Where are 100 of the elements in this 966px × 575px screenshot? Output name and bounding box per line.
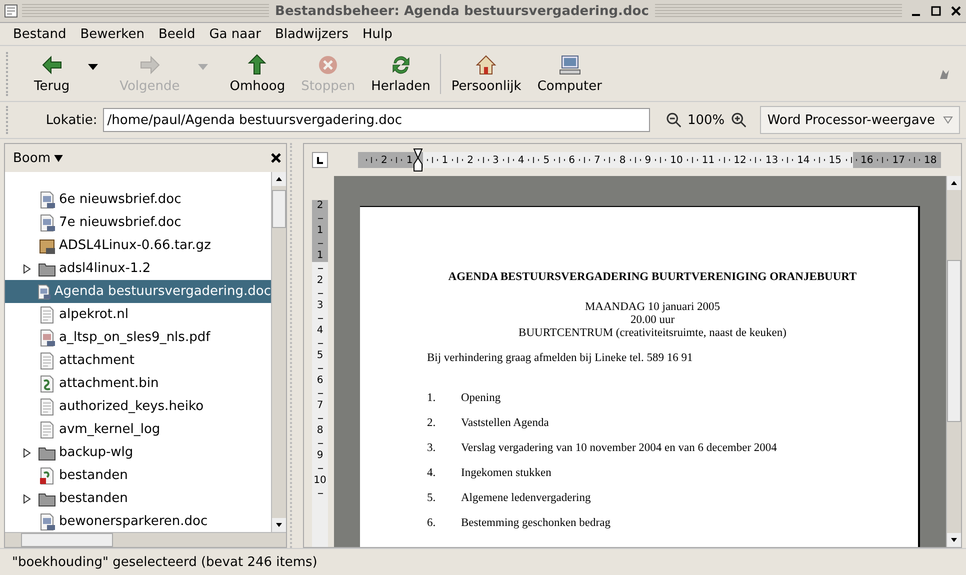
ruler-number: 2 bbox=[467, 154, 474, 166]
horizontal-scrollbar[interactable] bbox=[5, 532, 286, 547]
scroll-down-icon[interactable] bbox=[947, 533, 961, 547]
tree-item[interactable]: a_ltsp_on_sles9_nls.pdf bbox=[5, 326, 271, 349]
document-subtitle: BUURTCENTRUM (creativiteitsruimte, naast de keuken) bbox=[518, 327, 788, 340]
home-icon bbox=[474, 53, 498, 77]
toolbar-button[interactable]: Persoonlijk bbox=[443, 51, 530, 96]
scroll-up-icon[interactable] bbox=[272, 172, 286, 186]
item-number: 2. bbox=[427, 417, 437, 429]
caret-icon[interactable] bbox=[88, 64, 98, 70]
ruler-number: 12 bbox=[734, 154, 746, 166]
toolbar-button[interactable]: Omhoog bbox=[222, 51, 294, 96]
close-icon[interactable] bbox=[270, 152, 282, 164]
tab-stop-icon bbox=[315, 155, 325, 165]
tree-item[interactable]: bestanden bbox=[5, 464, 271, 487]
tree-item[interactable]: alpekrot.nl bbox=[5, 303, 271, 326]
menu-item[interactable]: Bewerken bbox=[73, 26, 152, 42]
expander-icon[interactable] bbox=[23, 448, 31, 458]
caret-icon bbox=[54, 154, 62, 162]
scrollbar-thumb[interactable] bbox=[947, 260, 961, 422]
tree-item[interactable]: adsl4linux-1.2 bbox=[5, 257, 271, 280]
ruler-number: 1 bbox=[406, 154, 413, 166]
sidebar-selector[interactable]: Boom bbox=[9, 150, 66, 166]
vertical-scrollbar[interactable] bbox=[946, 176, 961, 547]
ruler-number: 9 bbox=[644, 154, 652, 166]
ruler-number: 8 bbox=[619, 154, 626, 166]
tree-item[interactable]: authorized_keys.heiko bbox=[5, 395, 271, 418]
item-number: 4. bbox=[427, 467, 437, 479]
tree-item[interactable]: Agenda bestuursvergadering.doc bbox=[5, 280, 271, 303]
document-notice: Bij verhindering graag afmelden bij Lineke tel. 589 16 91 bbox=[427, 352, 694, 364]
computer-icon bbox=[558, 53, 582, 77]
zoom-in-icon[interactable] bbox=[730, 112, 746, 128]
toolbar-button[interactable]: Herladen bbox=[363, 51, 438, 96]
ruler-number: 11 bbox=[702, 154, 715, 166]
window-icon bbox=[4, 4, 18, 18]
menu-item[interactable]: Hulp bbox=[355, 26, 400, 42]
maximize-icon[interactable] bbox=[930, 5, 942, 17]
agenda-item: Vaststellen Agenda bbox=[461, 417, 549, 429]
expander-icon[interactable] bbox=[23, 494, 31, 504]
forward-icon bbox=[138, 53, 162, 77]
menu-item[interactable]: Bestand bbox=[6, 26, 74, 42]
window-title: Bestandsbeheer: Agenda bestuursvergadering.doc bbox=[269, 4, 655, 18]
menu-item[interactable]: Ga naar bbox=[202, 26, 268, 42]
tree-item[interactable]: 6e nieuwsbrief.doc bbox=[5, 188, 271, 211]
toolbar-button[interactable]: Terug bbox=[26, 51, 78, 96]
ruler-number: 1 bbox=[316, 250, 324, 262]
ruler-number: 17 bbox=[892, 154, 905, 166]
vertical-scrollbar[interactable] bbox=[271, 172, 286, 532]
ruler-number: 14 bbox=[797, 154, 810, 166]
file-icon bbox=[38, 306, 56, 324]
scrollbar-thumb[interactable] bbox=[21, 533, 113, 547]
tree-item[interactable]: 7e nieuwsbrief.doc bbox=[5, 211, 271, 234]
tree-item[interactable]: bewonersparkeren.doc bbox=[5, 510, 271, 532]
menu-item[interactable]: Beeld bbox=[151, 26, 202, 42]
ruler-number: 10 bbox=[670, 154, 683, 166]
back-icon bbox=[40, 53, 64, 77]
tree-item[interactable]: backup-wlg bbox=[5, 441, 271, 464]
ruler-number: 2 bbox=[316, 275, 324, 287]
scrollbar-thumb[interactable] bbox=[272, 190, 286, 228]
tree-item[interactable]: bestanden bbox=[5, 487, 271, 510]
indent-marker-icon[interactable] bbox=[412, 148, 423, 172]
ruler-number: 1 bbox=[442, 154, 448, 166]
view-dropdown[interactable]: Word Processor-weergave bbox=[760, 106, 960, 134]
zoom-level: 100% bbox=[687, 112, 725, 128]
menu-item[interactable]: Bladwijzers bbox=[268, 26, 356, 42]
status-text: "boekhouding" geselecteerd (bevat 246 items) bbox=[12, 554, 318, 570]
zoom-out-icon[interactable] bbox=[666, 112, 682, 128]
ruler-number: 15 bbox=[828, 154, 842, 166]
tree-item[interactable]: avm_kernel_log bbox=[5, 418, 271, 441]
tree-item[interactable]: attachment bbox=[5, 349, 271, 372]
agenda-item: Ingekomen stukken bbox=[461, 467, 552, 479]
file-icon bbox=[38, 466, 56, 484]
toolbar-button[interactable]: Computer bbox=[529, 51, 610, 96]
expander-icon[interactable] bbox=[23, 264, 31, 274]
location-field[interactable]: /home/paul/Agenda bestuursvergadering.doc bbox=[103, 108, 650, 132]
ruler-number: 5 bbox=[543, 154, 550, 166]
agenda-item: Opening bbox=[461, 392, 501, 404]
tab-stop-selector[interactable] bbox=[312, 152, 328, 168]
tree-item[interactable]: ADSL4Linux-0.66.tar.gz bbox=[5, 234, 271, 257]
document-subtitle: MAANDAG 10 januari 2005 bbox=[584, 301, 722, 314]
ruler-number: 7 bbox=[594, 154, 600, 166]
ruler-number: 3 bbox=[316, 300, 324, 312]
ruler-number: 4 bbox=[518, 154, 524, 166]
ruler-number: 5 bbox=[316, 350, 324, 362]
ruler-number: 8 bbox=[316, 425, 324, 437]
package-icon bbox=[38, 236, 56, 254]
file-icon bbox=[38, 328, 56, 346]
ruler-number: 6 bbox=[316, 375, 324, 387]
document-subtitle: 20.00 uur bbox=[629, 314, 676, 327]
ruler-number: 9 bbox=[316, 450, 324, 462]
close-icon[interactable] bbox=[950, 5, 962, 17]
scroll-down-icon[interactable] bbox=[272, 518, 286, 532]
scroll-up-icon[interactable] bbox=[947, 176, 961, 190]
file-icon bbox=[38, 398, 56, 416]
file-icon bbox=[38, 214, 56, 232]
file-icon bbox=[38, 190, 56, 208]
ruler-number: 4 bbox=[316, 325, 324, 337]
tree-item[interactable]: attachment.bin bbox=[5, 372, 271, 395]
ruler-number: 7 bbox=[316, 400, 324, 412]
agenda-item: Bestemming geschonken bedrag bbox=[461, 517, 610, 529]
